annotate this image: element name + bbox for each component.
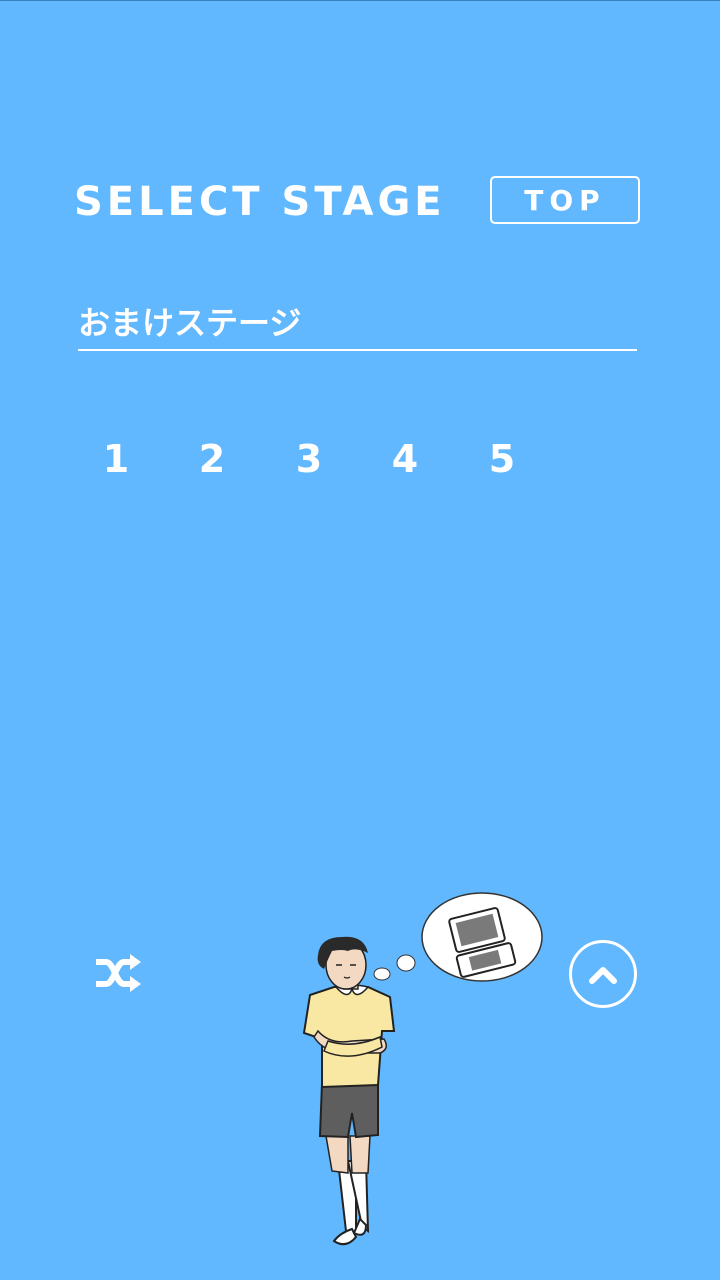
stage-button-2[interactable]: 2	[174, 431, 250, 487]
shuffle-icon	[96, 954, 141, 992]
shuffle-button[interactable]	[90, 949, 144, 997]
thought-bubble	[373, 892, 543, 982]
scroll-up-button[interactable]	[569, 940, 637, 1008]
stage-list: 1 2 3 4 5	[78, 431, 558, 487]
stage-button-5[interactable]: 5	[464, 431, 540, 487]
stage-button-4[interactable]: 4	[367, 431, 443, 487]
boy-illustration	[302, 892, 543, 1246]
top-button[interactable]: TOP	[490, 176, 640, 224]
section-title: おまけステージ	[78, 304, 302, 342]
section-divider	[78, 349, 637, 351]
chevron-up-icon	[589, 967, 617, 984]
stage-button-3[interactable]: 3	[271, 431, 347, 487]
stage-button-1[interactable]: 1	[78, 431, 154, 487]
page-title: SELECT STAGE	[74, 179, 446, 225]
stage-select-screen: SELECT STAGE TOP おまけステージ 1 2 3 4 5	[0, 0, 720, 1280]
